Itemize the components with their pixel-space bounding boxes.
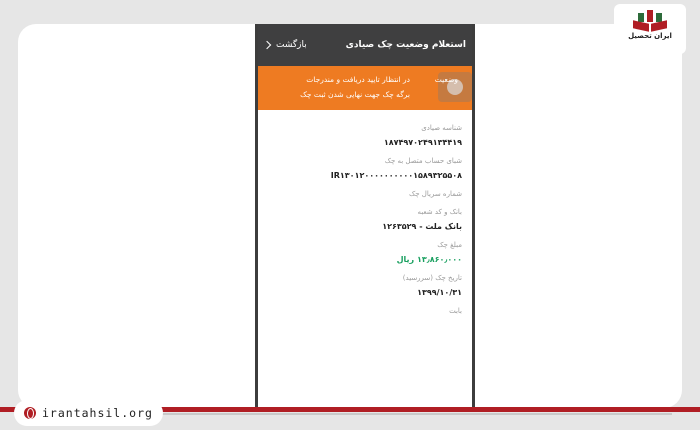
field-amount: مبلغ چک ۱۳٫۸۶۰٫۰۰۰ ریال bbox=[268, 241, 462, 264]
site-link[interactable]: irantahsil.org bbox=[14, 400, 163, 426]
site-url: irantahsil.org bbox=[42, 406, 153, 420]
page-title: استعلام وضعیت چک صیادی bbox=[345, 40, 466, 50]
field-label: شماره سریال چک bbox=[408, 190, 462, 198]
field-label: تاریخ چک (سررسید) bbox=[402, 274, 462, 282]
field-label: بانک و کد شعبه bbox=[417, 208, 462, 216]
field-sheba: شبای حساب متصل به چک IR۱۳۰۱۲۰۰۰۰۰۰۰۰۰۰۱۵… bbox=[268, 157, 462, 180]
field-value: ۱۳۹۹/۱۰/۳۱ bbox=[417, 288, 462, 297]
status-message: در انتظار تایید دریافت و مندرجات برگه چک… bbox=[300, 75, 410, 99]
field-value: IR۱۳۰۱۲۰۰۰۰۰۰۰۰۰۰۱۵۸۹۳۲۵۵۰۸ bbox=[330, 171, 462, 180]
field-bank: بانک و کد شعبه بانک ملت - ۱۲۶۳۵۲۹ bbox=[268, 208, 462, 231]
app-bar: استعلام وضعیت چک صیادی بازگشت bbox=[258, 24, 472, 66]
status-label: وضعیت bbox=[434, 75, 458, 84]
field-label: مبلغ چک bbox=[437, 241, 462, 249]
field-label: شناسه صیادی bbox=[421, 124, 462, 132]
back-button[interactable]: بازگشت bbox=[262, 40, 307, 50]
chevron-right-icon bbox=[262, 40, 272, 50]
field-value: ۱۸۷۴۹۷۰۲۴۹۱۳۴۴۱۹ bbox=[383, 138, 462, 147]
field-label: شبای حساب متصل به چک bbox=[384, 157, 462, 165]
field-sayad-id: شناسه صیادی ۱۸۷۴۹۷۰۲۴۹۱۳۴۴۱۹ bbox=[268, 124, 462, 147]
field-description: بابت bbox=[268, 307, 462, 315]
brand-logo: ایران تحصیل bbox=[614, 4, 686, 54]
field-serial: شماره سریال چک bbox=[268, 190, 462, 198]
cheque-details: شناسه صیادی ۱۸۷۴۹۷۰۲۴۹۱۳۴۴۱۹ شبای حساب م… bbox=[258, 110, 472, 315]
globe-icon bbox=[24, 407, 36, 419]
field-value: ۱۳٫۸۶۰٫۰۰۰ ریال bbox=[396, 255, 462, 264]
field-value: بانک ملت - ۱۲۶۳۵۲۹ bbox=[382, 222, 462, 231]
logo-name: ایران تحصیل bbox=[628, 32, 672, 40]
field-label: بابت bbox=[449, 307, 462, 315]
status-banner: وضعیت در انتظار تایید دریافت و مندرجات ب… bbox=[258, 66, 472, 110]
phone-screen: استعلام وضعیت چک صیادی بازگشت وضعیت در ا… bbox=[255, 24, 475, 408]
back-label: بازگشت bbox=[276, 40, 307, 50]
field-date: تاریخ چک (سررسید) ۱۳۹۹/۱۰/۳۱ bbox=[268, 274, 462, 297]
book-logo-icon bbox=[632, 10, 668, 32]
